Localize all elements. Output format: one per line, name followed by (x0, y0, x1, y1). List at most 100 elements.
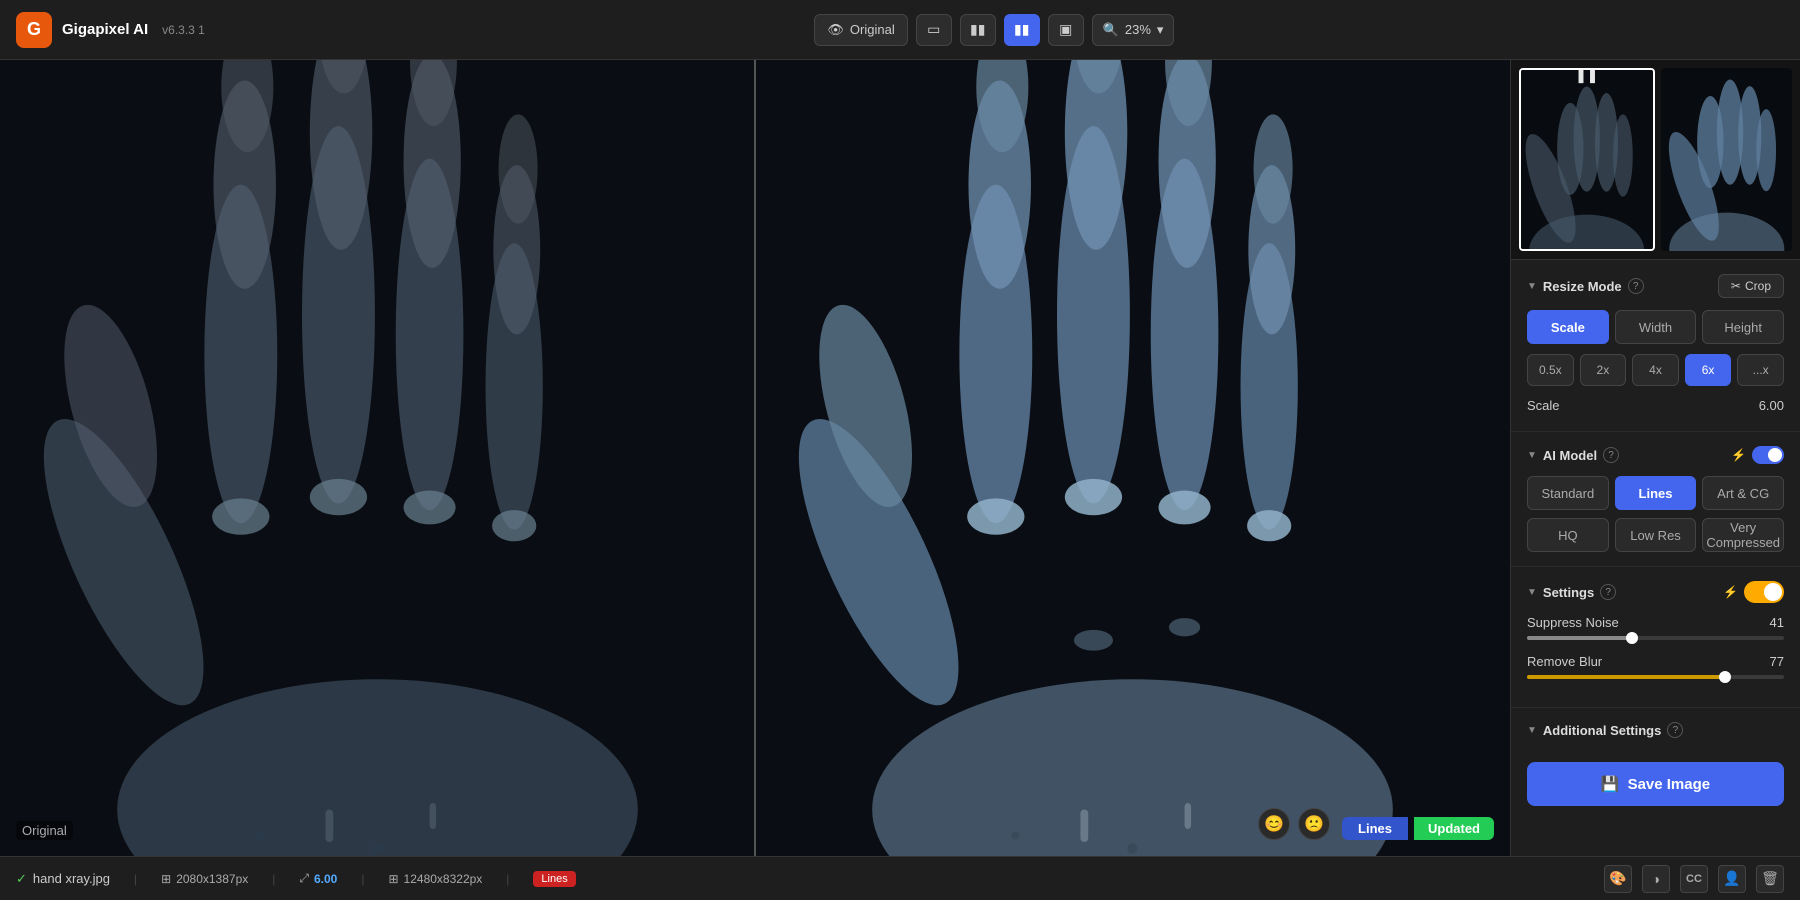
compare-icon-btn[interactable]: ◑ (1642, 865, 1670, 893)
original-button[interactable]: 👁 Original (814, 14, 907, 46)
verycompressed-tab[interactable]: Very Compressed (1702, 518, 1784, 552)
width-tab[interactable]: Width (1615, 310, 1697, 344)
original-panel: Original (0, 60, 755, 856)
ai-model-title: AI Model (1543, 448, 1597, 463)
save-image-button[interactable]: 💾 Save Image (1527, 762, 1784, 806)
crop-label: Crop (1745, 279, 1771, 293)
lines-model-tab[interactable]: Lines (1615, 476, 1697, 510)
view-grid-btn[interactable]: ▣ (1048, 14, 1084, 46)
ai-model-toggle[interactable] (1752, 446, 1784, 464)
thumbnail-item-1[interactable] (1519, 68, 1655, 251)
settings-lightning-icon: ⚡ (1723, 585, 1738, 599)
ai-model-toggle-knob (1768, 448, 1782, 462)
artcg-model-tab[interactable]: Art & CG (1702, 476, 1784, 510)
suppress-noise-value: 41 (1770, 615, 1784, 630)
scale-preset-row: 0.5x 2x 4x 6x ...x (1527, 354, 1784, 386)
resize-mode-title: Resize Mode (1543, 279, 1622, 294)
palette-icon-btn[interactable]: 🎨 (1604, 865, 1632, 893)
scale-0-5x[interactable]: 0.5x (1527, 354, 1574, 386)
settings-title: Settings (1543, 585, 1594, 600)
ai-model-help-icon[interactable]: ? (1603, 447, 1619, 463)
app-name: Gigapixel AI (62, 21, 148, 38)
scale-value: 6.00 (1759, 398, 1784, 413)
right-panel: ▼ Resize Mode ? ✂ Crop Scale Width Heigh… (1510, 60, 1800, 856)
status-sep-4: | (506, 872, 509, 886)
cc-icon-btn[interactable]: CC (1680, 865, 1708, 893)
additional-settings-chevron-icon: ▼ (1527, 725, 1537, 736)
hq-tab[interactable]: HQ (1527, 518, 1609, 552)
standard-model-tab[interactable]: Standard (1527, 476, 1609, 510)
settings-toggle[interactable] (1744, 581, 1784, 603)
save-btn-label: Save Image (1628, 776, 1711, 793)
remove-blur-fill (1527, 675, 1725, 679)
delete-icon-btn[interactable]: 🗑 (1756, 865, 1784, 893)
view-sidebyside-btn[interactable]: ▮▮ (1004, 14, 1040, 46)
resize-help-icon[interactable]: ? (1628, 278, 1644, 294)
suppress-noise-row: Suppress Noise 41 (1527, 615, 1784, 640)
view-split-btn[interactable]: ▮▮ (960, 14, 996, 46)
zoom-chevron-icon: ▾ (1157, 22, 1164, 38)
original-label: Original (16, 821, 73, 840)
resize-tab-row: Scale Width Height (1527, 310, 1784, 344)
topbar: G Gigapixel AI v6.3.3 1 👁 Original ▭ ▮▮ … (0, 0, 1800, 60)
status-sep-2: | (272, 872, 275, 886)
model-badge: Lines Updated (1342, 817, 1494, 840)
settings-header: ▼ Settings ? ⚡ (1527, 581, 1784, 603)
settings-toggle-knob (1764, 583, 1782, 601)
ai-model-section: ▼ AI Model ? ⚡ Standard Lines Art & CG H… (1511, 432, 1800, 567)
lightning-icon: ⚡ (1731, 448, 1746, 462)
remove-blur-thumb[interactable] (1719, 671, 1731, 683)
logo-letter: G (27, 19, 41, 40)
original-btn-label: Original (850, 22, 895, 37)
check-icon: ✓ (16, 871, 27, 887)
user-icon-btn[interactable]: 👤 (1718, 865, 1746, 893)
lowres-tab[interactable]: Low Res (1615, 518, 1697, 552)
crop-button[interactable]: ✂ Crop (1718, 274, 1784, 298)
resize-title-row: ▼ Resize Mode ? (1527, 278, 1644, 294)
status-source-dims: ⊞ 2080x1387px (161, 872, 248, 886)
output-icon: ⊞ (388, 872, 398, 886)
resize-mode-header: ▼ Resize Mode ? ✂ Crop (1527, 274, 1784, 298)
topbar-center: 👁 Original ▭ ▮▮ ▮▮ ▣ 🔍 23% ▾ (205, 14, 1784, 46)
scale-value-row: Scale 6.00 (1527, 398, 1784, 413)
scale-2x[interactable]: 2x (1580, 354, 1627, 386)
scale-4x[interactable]: 4x (1632, 354, 1679, 386)
ai-model-header: ▼ AI Model ? ⚡ (1527, 446, 1784, 464)
view-single-btn[interactable]: ▭ (916, 14, 952, 46)
status-sep-3: | (361, 872, 364, 886)
dims-icon: ⊞ (161, 872, 171, 886)
thumbs-down-btn[interactable]: 🙁 (1298, 808, 1330, 840)
status-sep-1: | (134, 872, 137, 886)
scale-icon: ⤢ (299, 871, 309, 886)
scale-tab[interactable]: Scale (1527, 310, 1609, 344)
additional-settings-section: ▼ Additional Settings ? (1511, 708, 1800, 752)
settings-help-icon[interactable]: ? (1600, 584, 1616, 600)
suppress-noise-track[interactable] (1527, 636, 1784, 640)
scale-6x[interactable]: 6x (1685, 354, 1732, 386)
resize-mode-section: ▼ Resize Mode ? ✂ Crop Scale Width Heigh… (1511, 260, 1800, 432)
settings-section: ▼ Settings ? ⚡ Suppress Noise 41 (1511, 567, 1800, 708)
compare-divider (754, 60, 756, 856)
status-scale-value: 6.00 (314, 872, 337, 886)
remove-blur-track[interactable] (1527, 675, 1784, 679)
settings-title-row: ▼ Settings ? (1527, 584, 1616, 600)
thumbnail-item-2[interactable] (1661, 68, 1793, 251)
canvas-area: Original (0, 60, 1510, 856)
zoom-control[interactable]: 🔍 23% ▾ (1092, 14, 1175, 46)
additional-settings-title: Additional Settings (1543, 723, 1661, 738)
height-tab[interactable]: Height (1702, 310, 1784, 344)
resize-chevron-icon: ▼ (1527, 281, 1537, 292)
model-badge-updated: Updated (1414, 817, 1494, 840)
settings-chevron-icon: ▼ (1527, 587, 1537, 598)
status-model-area: Lines (533, 871, 575, 887)
ai-model-chevron-icon: ▼ (1527, 450, 1537, 461)
scale-custom[interactable]: ...x (1737, 354, 1784, 386)
suppress-noise-thumb[interactable] (1626, 632, 1638, 644)
eye-icon: 👁 (827, 22, 844, 38)
additional-settings-help-icon[interactable]: ? (1667, 722, 1683, 738)
thumbnail-strip (1511, 60, 1800, 260)
processed-panel: Lines Updated 😊 🙁 (755, 60, 1510, 856)
zoom-in-icon: 🔍 (1103, 22, 1119, 38)
thumbs-up-btn[interactable]: 😊 (1258, 808, 1290, 840)
emoji-feedback: 😊 🙁 (1258, 808, 1330, 840)
